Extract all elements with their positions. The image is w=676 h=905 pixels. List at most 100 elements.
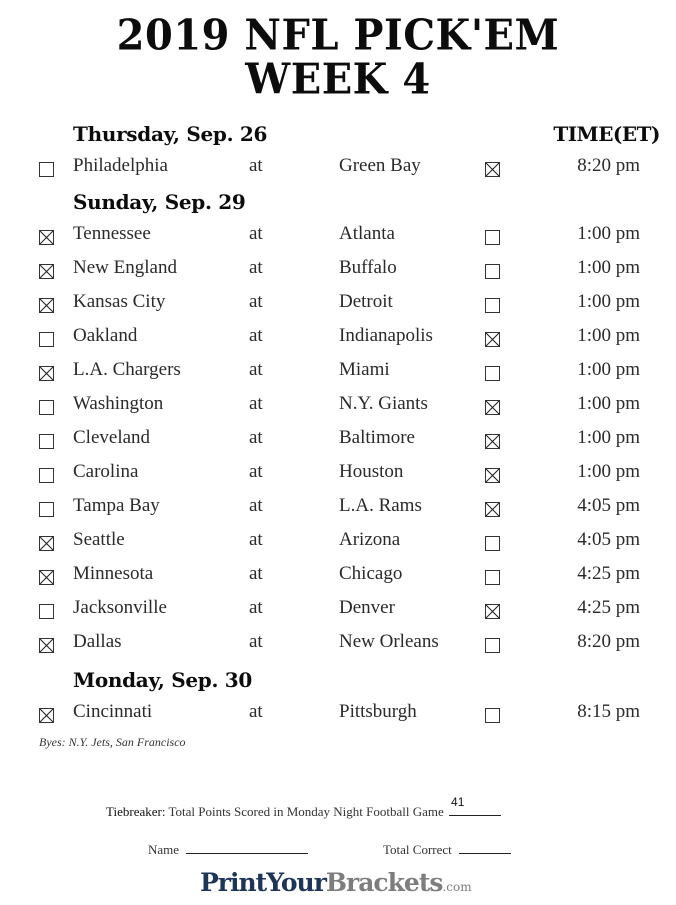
at-label: at xyxy=(249,427,263,448)
x-mark-icon xyxy=(40,571,53,584)
home-team: New Orleans xyxy=(339,631,439,652)
home-pick-checkbox[interactable] xyxy=(485,708,500,723)
home-pick-checkbox[interactable] xyxy=(485,332,500,347)
away-pick-checkbox[interactable] xyxy=(39,298,54,313)
home-pick-checkbox[interactable] xyxy=(485,162,500,177)
home-pick-checkbox[interactable] xyxy=(485,468,500,483)
day-header: Sunday, Sep. 29 xyxy=(73,190,246,214)
tiebreaker-input[interactable]: 41 xyxy=(449,795,502,816)
name-input[interactable] xyxy=(186,841,309,854)
game-time: 1:00 pm xyxy=(577,427,640,448)
home-pick-checkbox[interactable] xyxy=(485,434,500,449)
x-mark-icon xyxy=(486,435,499,448)
away-pick-checkbox[interactable] xyxy=(39,264,54,279)
game-row: Cleveland at Baltimore 1:00 pm xyxy=(0,427,676,453)
game-row: Cincinnati at Pittsburgh 8:15 pm xyxy=(0,701,676,727)
game-row: Dallas at New Orleans 8:20 pm xyxy=(0,631,676,657)
home-pick-checkbox[interactable] xyxy=(485,604,500,619)
tiebreaker: Tiebreaker: Total Points Scored in Monda… xyxy=(106,795,502,820)
day-header: Monday, Sep. 30 xyxy=(73,668,253,692)
game-time: 8:20 pm xyxy=(577,155,640,176)
at-label: at xyxy=(249,257,263,278)
home-team: Denver xyxy=(339,597,395,618)
game-row: Minnesota at Chicago 4:25 pm xyxy=(0,563,676,589)
away-team: Tennessee xyxy=(73,223,151,244)
at-label: at xyxy=(249,701,263,722)
home-pick-checkbox[interactable] xyxy=(485,502,500,517)
x-mark-icon xyxy=(486,503,499,516)
x-mark-icon xyxy=(486,401,499,414)
away-pick-checkbox[interactable] xyxy=(39,400,54,415)
game-time: 1:00 pm xyxy=(577,257,640,278)
game-row: Washington at N.Y. Giants 1:00 pm xyxy=(0,393,676,419)
game-time: 1:00 pm xyxy=(577,393,640,414)
home-team: N.Y. Giants xyxy=(339,393,428,414)
at-label: at xyxy=(249,223,263,244)
game-row: Tennessee at Atlanta 1:00 pm xyxy=(0,223,676,249)
away-pick-checkbox[interactable] xyxy=(39,434,54,449)
home-team: Atlanta xyxy=(339,223,395,244)
x-mark-icon xyxy=(40,709,53,722)
total-correct-label: Total Correct xyxy=(383,842,452,857)
title-line-1: 2019 NFL PICK'EM xyxy=(116,10,560,61)
away-team: Carolina xyxy=(73,461,139,482)
away-team: Minnesota xyxy=(73,563,154,584)
home-pick-checkbox[interactable] xyxy=(485,536,500,551)
game-row: Seattle at Arizona 4:05 pm xyxy=(0,529,676,555)
game-time: 1:00 pm xyxy=(577,291,640,312)
away-team: L.A. Chargers xyxy=(73,359,181,380)
away-pick-checkbox[interactable] xyxy=(39,332,54,347)
x-mark-icon xyxy=(40,537,53,550)
x-mark-icon xyxy=(40,265,53,278)
at-label: at xyxy=(249,359,263,380)
x-mark-icon xyxy=(486,605,499,618)
home-team: Indianapolis xyxy=(339,325,433,346)
game-row: Oakland at Indianapolis 1:00 pm xyxy=(0,325,676,351)
game-time: 1:00 pm xyxy=(577,325,640,346)
away-pick-checkbox[interactable] xyxy=(39,638,54,653)
game-time: 4:25 pm xyxy=(577,597,640,618)
home-pick-checkbox[interactable] xyxy=(485,366,500,381)
game-row: New England at Buffalo 1:00 pm xyxy=(0,257,676,283)
away-pick-checkbox[interactable] xyxy=(39,536,54,551)
away-team: Philadelphia xyxy=(73,155,168,176)
away-team: Tampa Bay xyxy=(73,495,160,516)
away-pick-checkbox[interactable] xyxy=(39,502,54,517)
home-team: Arizona xyxy=(339,529,401,550)
away-pick-checkbox[interactable] xyxy=(39,230,54,245)
away-pick-checkbox[interactable] xyxy=(39,570,54,585)
title-line-2: WEEK 4 xyxy=(245,54,431,105)
away-pick-checkbox[interactable] xyxy=(39,468,54,483)
printyourbrackets-logo[interactable]: PrintYourBrackets.com xyxy=(200,868,472,897)
home-pick-checkbox[interactable] xyxy=(485,400,500,415)
at-label: at xyxy=(249,461,263,482)
home-pick-checkbox[interactable] xyxy=(485,298,500,313)
home-pick-checkbox[interactable] xyxy=(485,570,500,585)
time-column-header: TIME(ET) xyxy=(553,122,660,146)
home-pick-checkbox[interactable] xyxy=(485,264,500,279)
game-time: 1:00 pm xyxy=(577,359,640,380)
logo-part-brackets: Brackets xyxy=(325,868,444,897)
at-label: at xyxy=(249,291,263,312)
at-label: at xyxy=(249,495,263,516)
home-pick-checkbox[interactable] xyxy=(485,638,500,653)
game-row: Philadelphia at Green Bay 8:20 pm xyxy=(0,155,676,181)
home-team: Houston xyxy=(339,461,404,482)
byes-note: Byes: N.Y. Jets, San Francisco xyxy=(39,735,186,749)
away-pick-checkbox[interactable] xyxy=(39,162,54,177)
away-pick-checkbox[interactable] xyxy=(39,708,54,723)
home-team: Buffalo xyxy=(339,257,397,278)
total-correct-input[interactable] xyxy=(459,841,512,854)
game-time: 4:25 pm xyxy=(577,563,640,584)
name-field: Name xyxy=(148,841,309,858)
game-time: 8:15 pm xyxy=(577,701,640,722)
x-mark-icon xyxy=(486,333,499,346)
logo-part-com: .com xyxy=(442,880,472,894)
name-label: Name xyxy=(148,842,180,857)
away-team: Seattle xyxy=(73,529,125,550)
away-pick-checkbox[interactable] xyxy=(39,604,54,619)
home-team: Miami xyxy=(339,359,390,380)
away-team: Oakland xyxy=(73,325,138,346)
home-pick-checkbox[interactable] xyxy=(485,230,500,245)
away-pick-checkbox[interactable] xyxy=(39,366,54,381)
